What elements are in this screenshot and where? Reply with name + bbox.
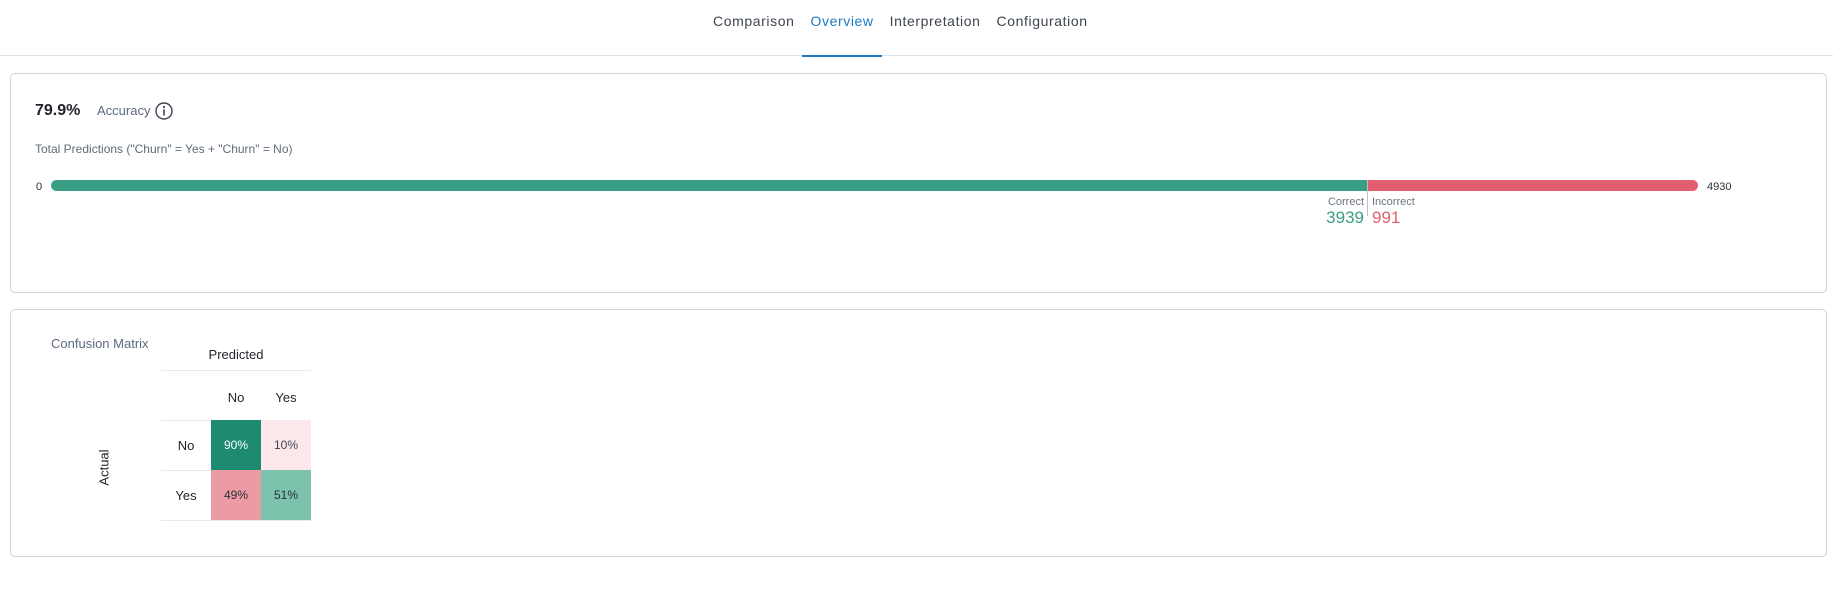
tabs: Comparison Overview Interpretation Confi… xyxy=(705,0,1096,57)
correct-value: 3939 xyxy=(1326,208,1364,227)
incorrect-value: 991 xyxy=(1372,208,1401,227)
predictions-bar xyxy=(51,180,1698,191)
axis-min-label: 0 xyxy=(36,181,43,193)
tab-interpretation[interactable]: Interpretation xyxy=(882,0,989,56)
matrix-cell-yes-yes: 51% xyxy=(261,470,311,520)
incorrect-label: Incorrect xyxy=(1372,196,1415,208)
split-marker xyxy=(1367,180,1368,216)
predicted-axis-label: Predicted xyxy=(208,347,264,362)
row-header-no: No xyxy=(177,438,195,453)
correct-label: Correct xyxy=(1327,196,1364,208)
accuracy-card: 79.9% Accuracy Total Predictions ("Churn… xyxy=(10,73,1827,293)
accuracy-label: Accuracy xyxy=(97,103,151,118)
matrix-gridline xyxy=(161,370,311,371)
matrix-cell-no-yes: 10% xyxy=(261,420,311,470)
matrix-gridline xyxy=(161,520,311,521)
confusion-matrix-title: Confusion Matrix xyxy=(51,336,149,351)
row-header-yes: Yes xyxy=(175,488,197,503)
info-icon[interactable] xyxy=(154,101,174,121)
matrix-cell-yes-no: 49% xyxy=(211,470,261,520)
actual-axis-label: Actual xyxy=(96,449,112,486)
total-predictions-label: Total Predictions ("Churn" = Yes + "Chur… xyxy=(35,142,293,156)
incorrect-bar-segment xyxy=(1367,180,1698,191)
column-header-yes: Yes xyxy=(275,390,297,405)
accuracy-value: 79.9% xyxy=(35,102,81,119)
axis-max-label: 4930 xyxy=(1707,181,1732,193)
column-header-no: No xyxy=(227,390,245,405)
correct-bar-segment xyxy=(51,180,1367,191)
confusion-matrix-card: Confusion Matrix Predicted Actual No Yes… xyxy=(10,309,1827,557)
tab-bar: Comparison Overview Interpretation Confi… xyxy=(0,0,1833,57)
tab-configuration[interactable]: Configuration xyxy=(989,0,1096,56)
tab-comparison[interactable]: Comparison xyxy=(705,0,802,56)
tab-overview[interactable]: Overview xyxy=(802,0,882,57)
matrix-cell-no-no: 90% xyxy=(211,420,261,470)
matrix-gridline xyxy=(161,470,211,471)
